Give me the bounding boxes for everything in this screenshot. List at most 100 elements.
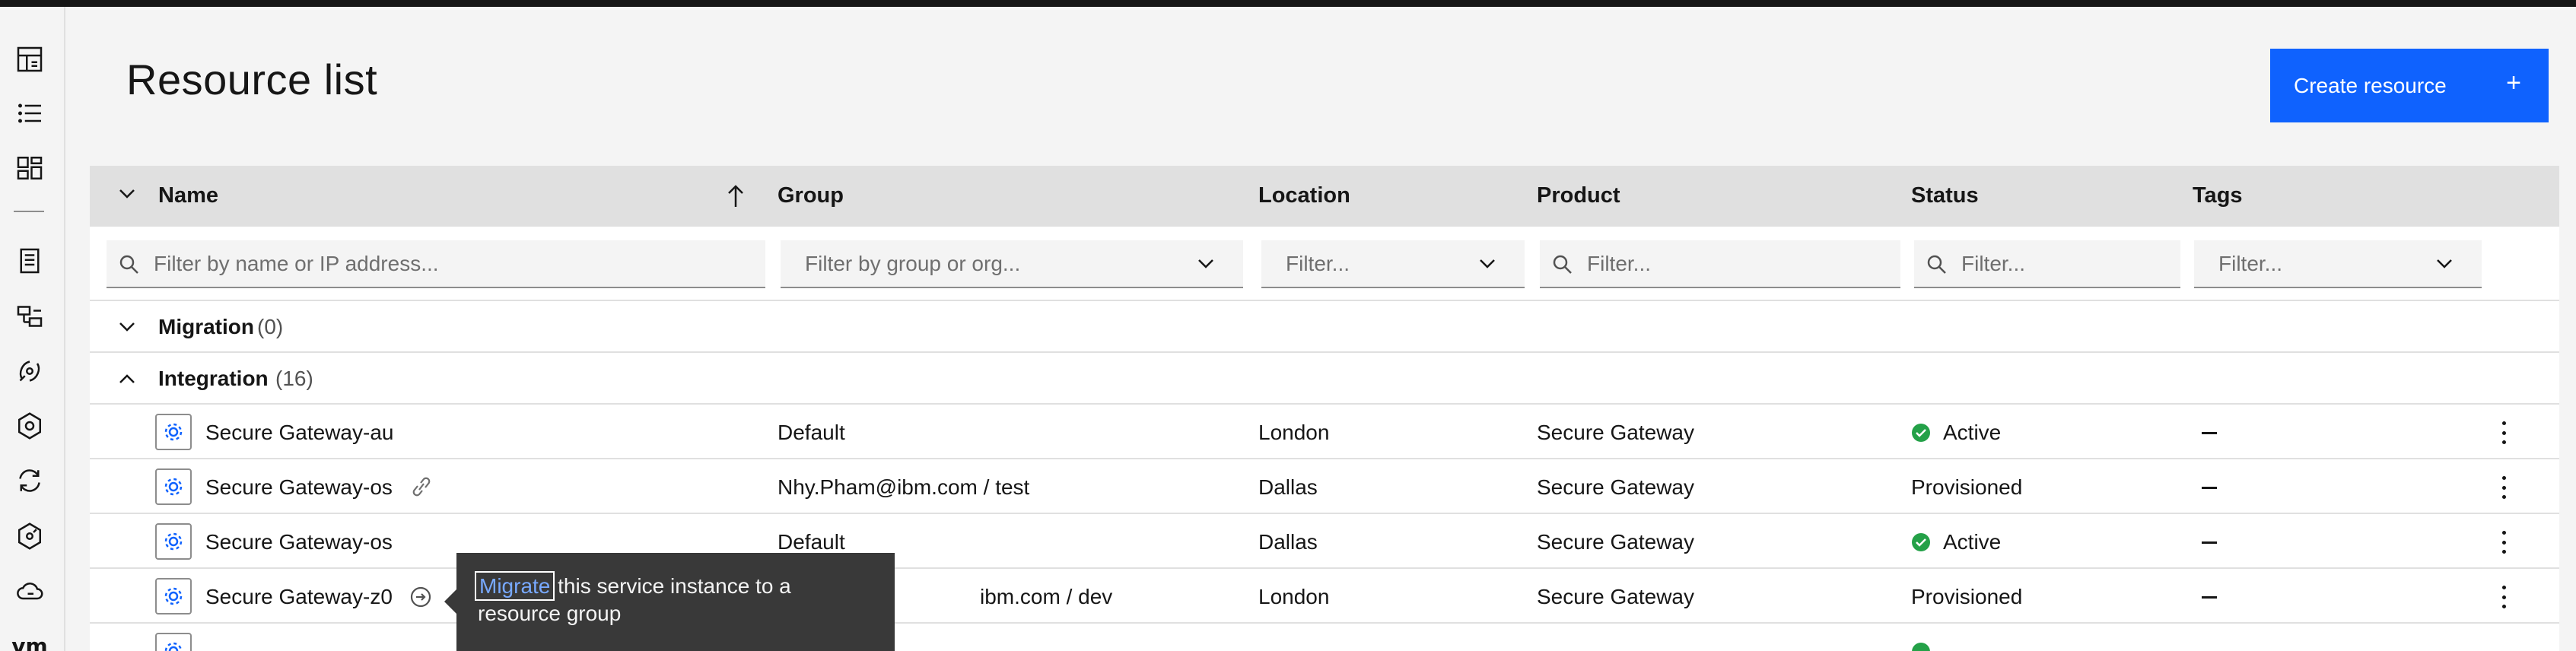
- service-gear-icon: [155, 414, 192, 450]
- side-nav: vm: [0, 7, 65, 651]
- name-filter-placeholder: Filter by name or IP address...: [154, 252, 439, 275]
- tags-filter-dropdown[interactable]: Filter...: [2194, 240, 2482, 288]
- column-name[interactable]: Name: [158, 183, 218, 208]
- resource-name[interactable]: Secure Gateway-os: [205, 475, 393, 500]
- catalog-icon[interactable]: [13, 151, 46, 185]
- filter-row: Filter by name or IP address... Filter b…: [90, 227, 2559, 301]
- status-filter-input[interactable]: Filter...: [1914, 240, 2180, 288]
- product-filter-input[interactable]: Filter...: [1540, 240, 1900, 288]
- resource-group: ibm.com / dev: [980, 585, 1113, 608]
- column-group[interactable]: Group: [778, 183, 844, 208]
- overflow-menu-icon[interactable]: [2498, 476, 2509, 499]
- resource-group: Default: [778, 530, 845, 554]
- column-product[interactable]: Product: [1537, 183, 1620, 208]
- create-resource-button[interactable]: Create resource +: [2270, 49, 2549, 122]
- create-resource-label: Create resource: [2294, 73, 2447, 97]
- active-status-icon: [1912, 643, 1930, 651]
- satellite-icon[interactable]: [13, 354, 46, 388]
- resource-product: Secure Gateway: [1537, 530, 1694, 554]
- tooltip-line-2: resource group: [478, 602, 622, 625]
- overflow-menu-icon[interactable]: [2498, 586, 2509, 608]
- location-filter-dropdown[interactable]: Filter...: [1261, 240, 1525, 288]
- cloud-icon[interactable]: [13, 574, 46, 608]
- tags-empty-dash: [2202, 541, 2217, 544]
- overflow-menu-icon[interactable]: [2498, 421, 2509, 444]
- service-gear-icon: [155, 578, 192, 614]
- column-tags[interactable]: Tags: [2193, 183, 2243, 208]
- resource-status: Provisioned: [1911, 475, 2023, 499]
- resource-name[interactable]: Secure Gateway-os: [205, 530, 393, 554]
- group-filter-placeholder: Filter by group or org...: [805, 252, 1021, 275]
- resource-status: Provisioned: [1911, 585, 2023, 608]
- chevron-down-icon: [2437, 259, 2452, 268]
- chevron-down-icon[interactable]: [119, 322, 135, 332]
- vm-icon[interactable]: vm: [11, 629, 48, 651]
- tags-empty-dash: [2202, 596, 2217, 599]
- resource-location: Dallas: [1258, 475, 1318, 499]
- page-title: Resource list: [126, 56, 378, 103]
- resource-product: Secure Gateway: [1537, 475, 1694, 499]
- resource-name[interactable]: Secure Gateway-au: [205, 421, 393, 445]
- resource-status: Active: [1943, 421, 2002, 444]
- column-location[interactable]: Location: [1258, 183, 1350, 208]
- collapse-all-icon[interactable]: [119, 189, 135, 199]
- sort-ascending-icon[interactable]: [727, 184, 744, 208]
- group-count: (16): [275, 367, 313, 390]
- tags-empty-dash: [2202, 432, 2217, 434]
- name-filter-input[interactable]: Filter by name or IP address...: [107, 240, 765, 288]
- overflow-menu-icon[interactable]: [2498, 531, 2509, 554]
- resource-group: Nhy.Pham@ibm.com / test: [778, 475, 1030, 499]
- migrate-tooltip: Migrate this service instance to a resou…: [444, 553, 895, 651]
- migrate-icon[interactable]: [409, 586, 432, 608]
- chevron-up-icon[interactable]: [119, 373, 135, 384]
- link-icon[interactable]: [409, 476, 434, 497]
- group-row-integration[interactable]: Integration (16): [90, 353, 2559, 405]
- group-label: Migration: [158, 315, 254, 338]
- chevron-down-icon: [1198, 259, 1213, 268]
- chevron-down-icon: [1480, 259, 1495, 268]
- vm-label: vm: [11, 633, 48, 651]
- migrate-link[interactable]: Migrate: [474, 571, 555, 601]
- resource-location: London: [1258, 585, 1330, 608]
- product-filter-placeholder: Filter...: [1587, 252, 1652, 275]
- classic-infrastructure-icon[interactable]: [13, 300, 46, 333]
- vpc-icon[interactable]: [13, 409, 46, 443]
- service-gear-icon: [155, 633, 192, 651]
- column-status[interactable]: Status: [1911, 183, 1979, 208]
- resource-product: Secure Gateway: [1537, 585, 1694, 608]
- resource-product: Secure Gateway: [1537, 421, 1694, 444]
- add-icon: +: [2506, 68, 2521, 97]
- nav-divider: [14, 211, 44, 212]
- security-icon[interactable]: [13, 519, 46, 553]
- search-icon: [1553, 255, 1572, 274]
- status-filter-placeholder: Filter...: [1961, 252, 2026, 275]
- group-count: (0): [257, 315, 284, 338]
- group-filter-dropdown[interactable]: Filter by group or org...: [781, 240, 1243, 288]
- top-bar: [0, 0, 2576, 7]
- active-status-icon: [1912, 424, 1930, 442]
- table-row[interactable]: Secure Gateway-os Nhy.Pham@ibm.com / tes…: [90, 459, 2559, 514]
- search-icon: [1927, 255, 1946, 274]
- table-row[interactable]: Secure Gateway-au Default London Secure …: [90, 405, 2559, 459]
- tooltip-line-1: Migrate this service instance to a: [474, 571, 879, 601]
- resource-location: London: [1258, 421, 1330, 444]
- resource-location: Dallas: [1258, 530, 1318, 554]
- tooltip-text: this service instance to a: [552, 574, 791, 598]
- resource-name[interactable]: Secure Gateway-z0: [205, 585, 393, 609]
- location-filter-placeholder: Filter...: [1286, 252, 1350, 275]
- list-icon[interactable]: [13, 97, 46, 130]
- tooltip-caret: [444, 589, 456, 614]
- tags-empty-dash: [2202, 487, 2217, 489]
- group-row-migration[interactable]: Migration (0): [90, 301, 2559, 353]
- service-gear-icon: [155, 468, 192, 505]
- service-gear-icon: [155, 523, 192, 560]
- resource-status: Active: [1943, 530, 2002, 554]
- tags-filter-placeholder: Filter...: [2218, 252, 2283, 275]
- table-header: Name Group Location Product Status Tags: [90, 166, 2559, 227]
- dashboard-icon[interactable]: [13, 43, 46, 76]
- automation-icon[interactable]: [13, 464, 46, 497]
- billing-icon[interactable]: [13, 244, 46, 278]
- group-label: Integration: [158, 367, 269, 390]
- resource-group: Default: [778, 421, 845, 444]
- search-icon: [119, 255, 138, 274]
